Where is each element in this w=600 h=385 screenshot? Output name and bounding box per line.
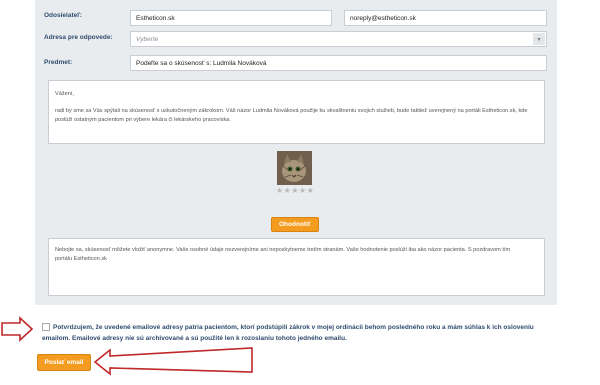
arrow-left-icon: [93, 347, 253, 376]
annotation-arrows: [1, 316, 253, 376]
arrow-right-icon: [1, 316, 34, 342]
